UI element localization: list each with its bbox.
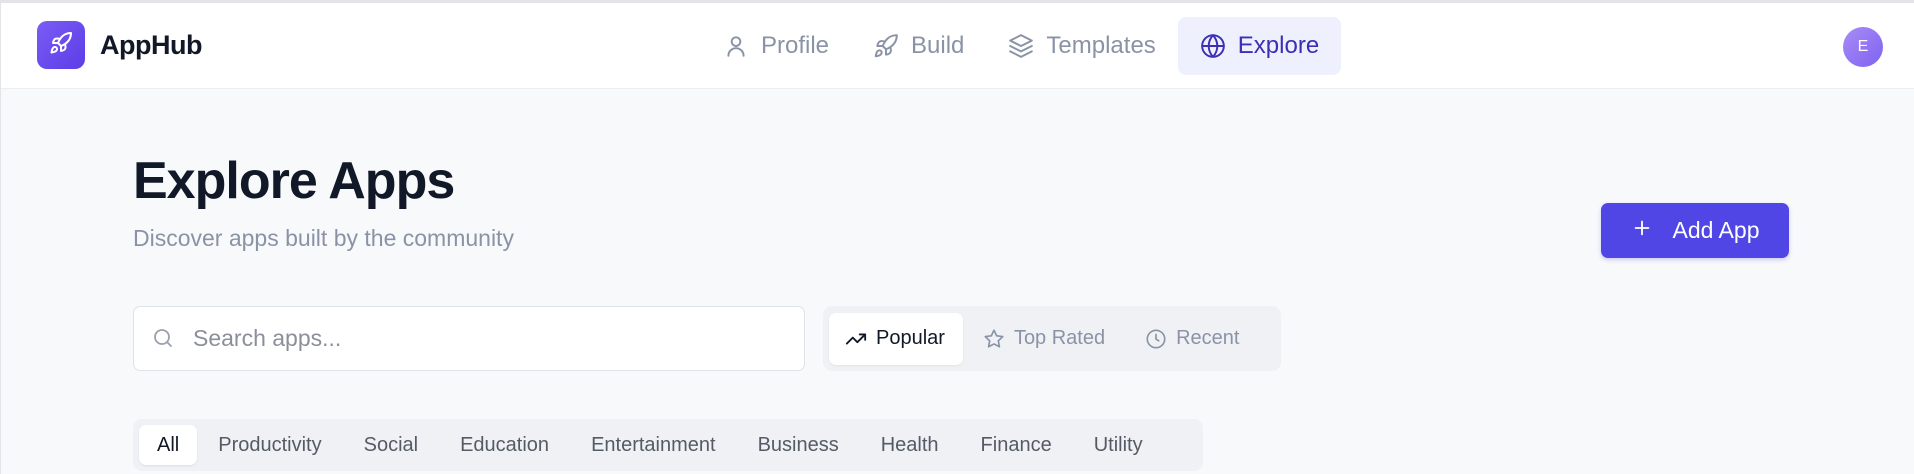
plus-icon [1631, 217, 1653, 245]
app-name: AppHub [100, 30, 202, 60]
nav-item-profile[interactable]: Profile [701, 17, 851, 75]
nav-label: Explore [1237, 32, 1320, 59]
rocket-icon [873, 33, 899, 59]
category-social[interactable]: Social [343, 425, 439, 465]
category-education[interactable]: Education [439, 425, 570, 465]
nav-item-explore[interactable]: Explore [1177, 17, 1342, 75]
rocket-icon [49, 31, 73, 60]
sort-recent[interactable]: Recent [1125, 313, 1259, 365]
sort-tabs: Popular Top Rated Recent [823, 306, 1281, 371]
sort-label: Popular [876, 327, 945, 349]
search-input[interactable] [193, 325, 753, 352]
sort-top-rated[interactable]: Top Rated [963, 313, 1125, 365]
sort-label: Recent [1176, 327, 1240, 349]
star-icon [983, 328, 1005, 350]
top-navbar: AppHub Profile Build Templates Explore E [1, 3, 1914, 89]
add-app-label: Add App [1672, 217, 1760, 243]
category-utility[interactable]: Utility [1073, 425, 1164, 465]
trending-up-icon [845, 328, 867, 350]
page-subtitle: Discover apps built by the community [133, 225, 514, 251]
add-app-button[interactable]: Add App [1601, 203, 1789, 258]
search-icon [151, 326, 177, 352]
page-title: Explore Apps [133, 152, 455, 210]
user-icon [723, 33, 749, 59]
nav-item-templates[interactable]: Templates [986, 17, 1177, 75]
category-productivity[interactable]: Productivity [197, 425, 342, 465]
nav-item-build[interactable]: Build [851, 17, 986, 75]
nav-label: Templates [1046, 32, 1156, 59]
clock-icon [1145, 328, 1167, 350]
category-health[interactable]: Health [860, 425, 960, 465]
nav-label: Build [911, 32, 965, 59]
category-all[interactable]: All [139, 425, 198, 465]
category-business[interactable]: Business [737, 425, 860, 465]
logo[interactable] [37, 21, 85, 69]
category-filter: All Productivity Social Education Entert… [133, 419, 1203, 471]
nav-label: Profile [761, 32, 830, 59]
globe-icon [1200, 33, 1226, 59]
main-nav: Profile Build Templates Explore [701, 17, 1342, 75]
category-finance[interactable]: Finance [960, 425, 1073, 465]
layers-icon [1008, 33, 1034, 59]
search-box [133, 306, 805, 371]
sort-popular[interactable]: Popular [829, 312, 963, 365]
avatar[interactable]: E [1843, 27, 1883, 67]
category-entertainment[interactable]: Entertainment [570, 425, 737, 465]
sort-label: Top Rated [1013, 327, 1106, 349]
